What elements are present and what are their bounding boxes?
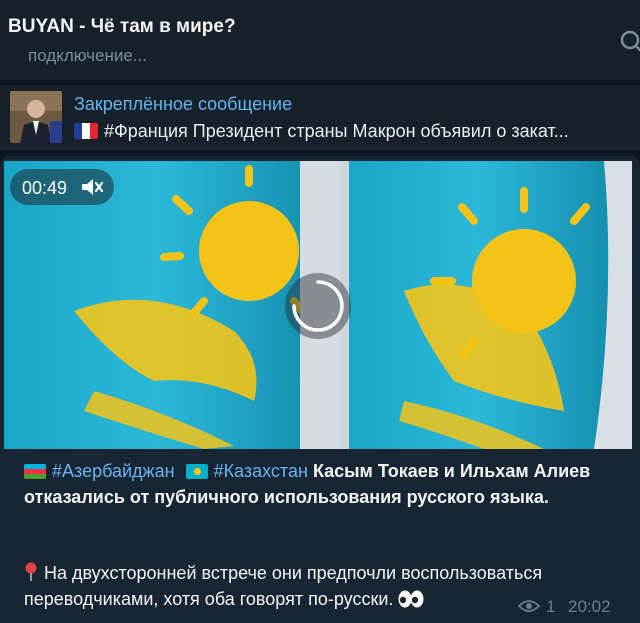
pinned-title: Закреплённое сообщение	[74, 94, 293, 114]
message-caption: #Азербайджан #Казахстан Касым Токаев и И…	[24, 458, 624, 510]
pinned-message-bar[interactable]: Закреплённое сообщение #Франция Президен…	[0, 84, 640, 150]
pinned-thumbnail	[10, 91, 62, 143]
hashtag-kazakhstan[interactable]: #Казахстан	[214, 461, 308, 481]
chat-header: BUYAN - Чё там в мире? подключение...	[0, 0, 640, 80]
speaker-muted-icon[interactable]	[80, 177, 104, 197]
pinned-preview: #Франция Президент страны Макрон объявил…	[74, 121, 634, 142]
pushpin-emoji-icon	[25, 562, 37, 581]
eyes-emoji-icon	[398, 590, 424, 608]
chat-title[interactable]: BUYAN - Чё там в мире?	[8, 16, 236, 38]
video-duration-badge[interactable]: 00:49	[10, 169, 114, 205]
message-body-text: На двухсторонней встрече они предпочли в…	[24, 563, 543, 609]
azerbaijan-flag-icon	[24, 464, 46, 479]
view-count: 1	[546, 597, 556, 616]
eye-icon	[518, 600, 540, 612]
spinner-icon	[292, 280, 344, 332]
hashtag-azerbaijan[interactable]: #Азербайджан	[52, 461, 175, 481]
kazakhstan-flag-icon	[185, 464, 208, 479]
pinned-preview-text: #Франция Президент страны Макрон объявил…	[104, 121, 569, 141]
video-player[interactable]: 00:49	[4, 161, 632, 449]
loading-spinner	[285, 273, 351, 339]
france-flag-icon	[74, 123, 98, 139]
message-time: 20:02	[568, 597, 611, 616]
connection-status: подключение...	[28, 46, 147, 65]
message-bubble: 00:49 #Азербайджан #Казахстан Касым Тока…	[0, 156, 640, 623]
video-duration: 00:49	[22, 178, 68, 198]
search-icon[interactable]	[618, 28, 640, 58]
